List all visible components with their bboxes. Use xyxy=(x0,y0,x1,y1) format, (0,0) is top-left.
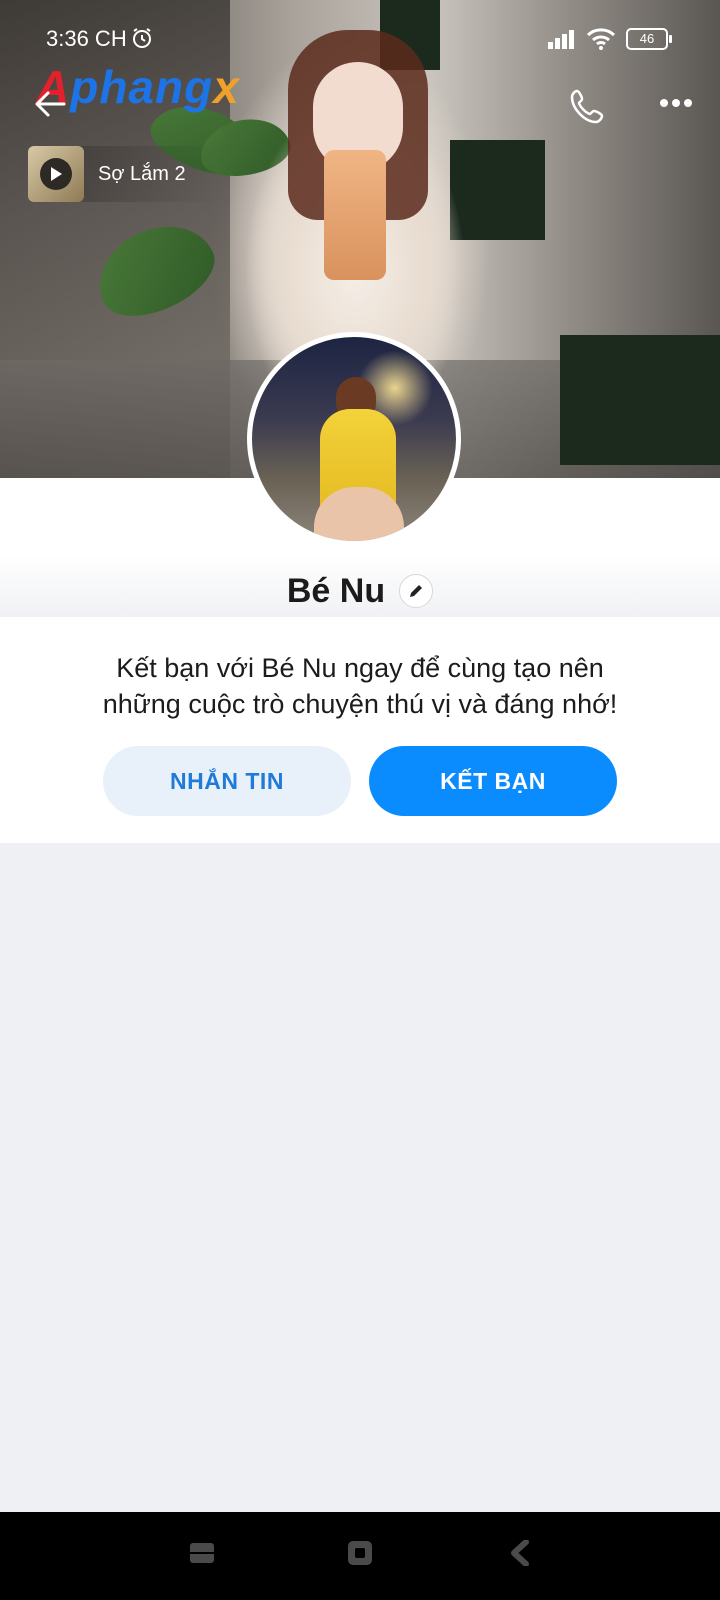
message-button[interactable]: NHẮN TIN xyxy=(103,746,351,816)
avatar[interactable] xyxy=(247,332,461,546)
alarm-icon xyxy=(133,28,151,48)
back-arrow-icon[interactable] xyxy=(30,84,70,124)
play-icon[interactable] xyxy=(40,158,72,190)
status-time: 3:36 CH xyxy=(46,26,127,51)
recent-apps-icon[interactable] xyxy=(189,1540,215,1566)
pencil-icon xyxy=(410,585,423,597)
cover-wall-panel xyxy=(560,335,720,465)
cover-phone xyxy=(324,150,386,280)
battery-icon: 46 xyxy=(626,28,672,50)
phone-icon[interactable] xyxy=(568,86,608,126)
more-icon[interactable] xyxy=(656,88,696,118)
invite-line: những cuộc trò chuyện thú vị và đáng nhớ… xyxy=(102,689,618,719)
watermark-part: phang xyxy=(70,61,214,113)
music-title: Sợ Lắm 2 xyxy=(98,162,186,185)
music-album-art xyxy=(28,146,84,202)
status-icons: 46 xyxy=(548,26,672,52)
profile-name-row: Bé Nu xyxy=(0,566,720,616)
profile-name: Bé Nu xyxy=(286,571,386,610)
back-icon[interactable] xyxy=(508,1540,534,1566)
profile-music-chip[interactable]: Sợ Lắm 2 xyxy=(28,146,218,202)
watermark-part: x xyxy=(213,61,240,113)
invite-line: Kết bạn với Bé Nu ngay để cùng tạo nên xyxy=(116,653,604,683)
home-icon[interactable] xyxy=(347,1540,373,1566)
invite-text: Kết bạn với Bé Nu ngay để cùng tạo nên n… xyxy=(60,650,660,722)
system-nav-bar xyxy=(0,1512,720,1600)
edit-name-button[interactable] xyxy=(399,574,434,608)
signal-icon xyxy=(548,30,574,49)
add-friend-button[interactable]: KẾT BẠN xyxy=(369,746,617,816)
wifi-icon xyxy=(586,28,616,50)
